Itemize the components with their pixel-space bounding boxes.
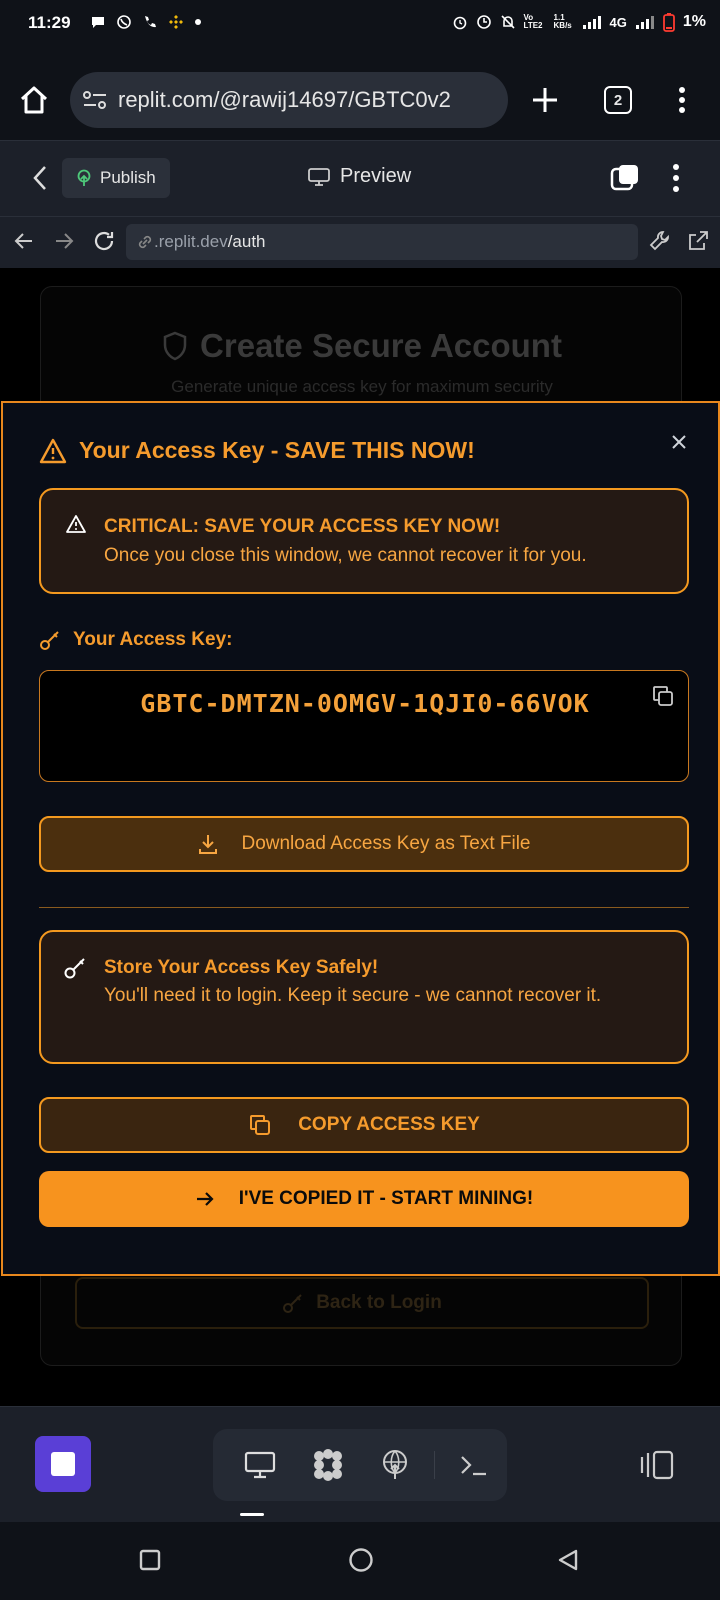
monitor-icon: [308, 167, 330, 186]
recents-icon[interactable]: [139, 1549, 161, 1571]
site-settings-icon[interactable]: [82, 89, 108, 111]
agent-icon: [313, 1449, 342, 1481]
back-chevron-icon[interactable]: [32, 165, 48, 191]
back-to-login-button[interactable]: Back to Login: [75, 1277, 649, 1329]
notification-icons: [90, 14, 202, 30]
overflow-menu-icon[interactable]: [678, 86, 686, 114]
access-key-modal: Your Access Key - SAVE THIS NOW! CRITICA…: [1, 401, 720, 1276]
back-nav-icon[interactable]: [556, 1548, 580, 1572]
globe-upload-icon: [383, 1450, 408, 1479]
nav-forward-icon[interactable]: [54, 231, 74, 251]
mute-icon: [500, 15, 515, 29]
network-type: 4G: [609, 14, 627, 30]
home-nav-icon[interactable]: [348, 1547, 374, 1573]
stop-icon: [51, 1452, 75, 1476]
replit-bottom-toolbar: [0, 1406, 720, 1522]
copy-button-icon: [250, 1115, 271, 1135]
preview-tab[interactable]: Preview: [308, 165, 411, 188]
warning-heading: CRITICAL: SAVE YOUR ACCESS KEY NOW!: [104, 516, 501, 537]
background-subtitle: Generate unique access key for maximum s…: [171, 377, 553, 396]
new-tab-icon[interactable]: [531, 86, 559, 114]
url-text: replit.com/@rawij14697/GBTC0v2: [118, 87, 451, 112]
preview-nav: .replit.dev/auth: [0, 216, 720, 268]
tool-switcher: [213, 1429, 507, 1501]
tool-shell[interactable]: [441, 1435, 507, 1495]
key-icon-dim: [283, 1294, 302, 1313]
store-text: You'll need it to login. Keep it secure …: [104, 985, 602, 1006]
download-key-button[interactable]: Download Access Key as Text File: [39, 816, 689, 872]
status-time: 11:29: [28, 13, 71, 32]
tool-deploy[interactable]: [363, 1435, 429, 1495]
tab-count: 2: [613, 91, 623, 109]
tool-agent[interactable]: [295, 1435, 361, 1495]
tab-switcher-button[interactable]: 2: [604, 86, 632, 114]
battery-level: 1%: [682, 13, 706, 30]
open-external-icon[interactable]: [686, 229, 710, 253]
store-key-info-box: Store Your Access Key Safely! You'll nee…: [39, 930, 689, 1064]
android-nav-bar: [0, 1522, 720, 1600]
address-bar[interactable]: replit.com/@rawij14697/GBTC0v2: [70, 72, 508, 128]
home-icon[interactable]: [18, 84, 50, 116]
publish-label: Publish: [100, 168, 156, 187]
missed-call-icon: [145, 16, 156, 28]
terminal-icon: [461, 1456, 487, 1476]
net-speed: 1.1 KB/s: [553, 13, 572, 30]
alert-triangle-icon: [66, 515, 86, 533]
preview-url-path: /auth: [227, 232, 266, 251]
store-heading: Store Your Access Key Safely!: [104, 957, 379, 978]
preview-monitor-icon: [244, 1451, 275, 1479]
access-key-field[interactable]: GBTC-DMTZN-0OMGV-1QJI0-66VOK: [39, 670, 689, 782]
background-title: Create Secure Account: [41, 327, 683, 365]
signal-icon: [582, 16, 601, 29]
preview-url-bar[interactable]: .replit.dev/auth: [126, 224, 638, 260]
download-icon: [199, 835, 218, 854]
close-icon: [672, 435, 686, 449]
tabs-icon[interactable]: [610, 163, 640, 193]
active-tool-indicator: [240, 1513, 264, 1516]
replit-header: Publish Preview: [0, 140, 720, 216]
preview-label: Preview: [340, 165, 412, 187]
dot-icon: [195, 19, 201, 25]
key-outline-icon: [64, 958, 85, 979]
copy-icon[interactable]: [652, 685, 674, 707]
modal-title: Your Access Key - SAVE THIS NOW!: [39, 437, 475, 464]
access-key-label: Your Access Key:: [39, 629, 232, 651]
shield-icon: [163, 331, 187, 361]
warning-icon: [39, 438, 67, 463]
battery-low-icon: [662, 13, 675, 32]
critical-warning-box: CRITICAL: SAVE YOUR ACCESS KEY NOW! Once…: [39, 488, 689, 594]
preview-url-domain: .replit.dev: [154, 232, 228, 251]
devtools-wrench-icon[interactable]: [648, 229, 672, 253]
close-button[interactable]: [664, 427, 694, 457]
replit-menu-icon[interactable]: [672, 163, 680, 193]
status-bar: 11:29 Vo LTE2 1.1 KB/s 4G 1%: [0, 0, 720, 46]
warning-text: Once you close this window, we cannot re…: [104, 545, 587, 566]
reload-icon[interactable]: [92, 229, 116, 253]
tool-divider: [434, 1451, 436, 1479]
tool-preview[interactable]: [227, 1435, 293, 1495]
chat-bubble-icon: [92, 17, 104, 28]
copy-access-key-button[interactable]: COPY ACCESS KEY: [39, 1097, 689, 1153]
system-icons: Vo LTE2 1.1 KB/s 4G 1%: [452, 12, 706, 32]
nav-back-icon[interactable]: [14, 231, 34, 251]
panel-layout-icon[interactable]: [640, 1449, 676, 1481]
browser-toolbar: replit.com/@rawij14697/GBTC0v2 2: [0, 46, 720, 140]
sync-icon: [476, 15, 491, 29]
access-key-value[interactable]: GBTC-DMTZN-0OMGV-1QJI0-66VOK: [40, 689, 690, 718]
publish-icon: [77, 169, 91, 186]
volte-badge: Vo LTE2: [523, 13, 543, 30]
alarm-icon: [453, 16, 466, 30]
link-icon: [138, 235, 152, 249]
whatsapp-icon: [117, 15, 131, 29]
arrow-right-icon: [196, 1192, 214, 1206]
start-mining-button[interactable]: I'VE COPIED IT - START MINING!: [39, 1171, 689, 1227]
key-icon: [40, 631, 59, 650]
signal-2-icon: [635, 16, 654, 29]
binance-icon: [169, 15, 183, 29]
divider: [39, 907, 689, 908]
publish-button[interactable]: Publish: [62, 158, 170, 198]
stop-app-button[interactable]: [35, 1436, 91, 1492]
